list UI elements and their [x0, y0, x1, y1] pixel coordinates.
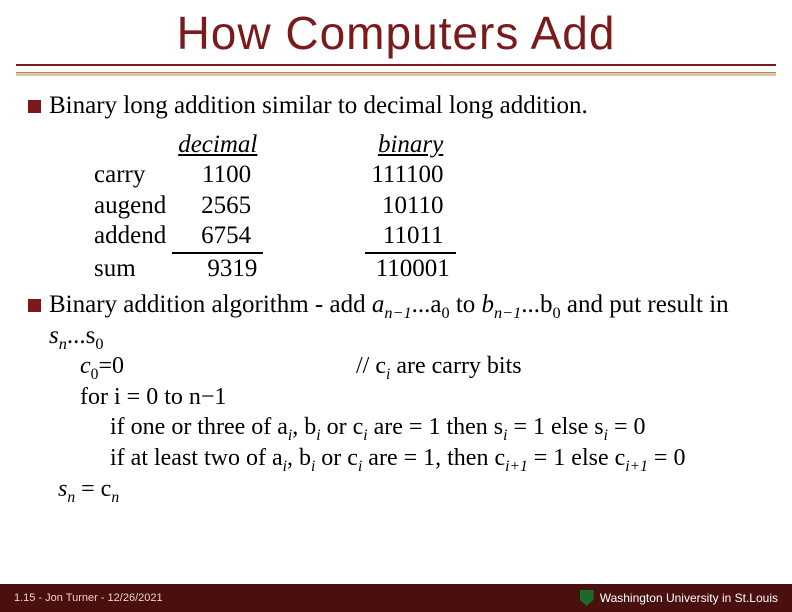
var-b: b [482, 291, 495, 318]
table-row: sum 9319 110001 [88, 253, 456, 285]
slide-body: Binary long addition similar to decimal … [0, 73, 792, 505]
text: = 0 [608, 414, 646, 440]
bullet-icon [28, 100, 41, 113]
bullet-1-text: Binary long addition similar to decimal … [49, 91, 764, 122]
table-row: decimal binary [88, 130, 456, 161]
footer-right: Washington University in St.Louis [580, 590, 778, 606]
text: Binary addition algorithm - add [49, 291, 372, 318]
algo-line-1: c0=0 // ci are carry bits [80, 351, 764, 382]
sub-0: 0 [441, 304, 449, 322]
var-a: a [372, 291, 385, 318]
text: = 1 else c [528, 445, 626, 471]
sub-n: n [59, 335, 67, 353]
sub-0: 0 [95, 335, 103, 353]
dec-augend: 2565 [172, 191, 263, 222]
dec-sum: 9319 [172, 253, 263, 285]
example-table: decimal binary carry 1100 111100 augend … [88, 130, 456, 285]
row-carry-label: carry [88, 160, 172, 191]
sub-n: n [67, 489, 75, 506]
text: =0 [98, 353, 124, 379]
bullet-2-text: Binary addition algorithm - add an−1...a… [49, 290, 764, 351]
slide-title: How Computers Add [0, 0, 792, 60]
algorithm: c0=0 // ci are carry bits for i = 0 to n… [80, 351, 764, 505]
bullet-icon [28, 299, 41, 312]
table-row: carry 1100 111100 [88, 160, 456, 191]
algo-line-3: if one or three of ai, bi or ci are = 1 … [110, 412, 764, 443]
text: if at least two of a [110, 445, 283, 471]
sub-n-1: n−1 [494, 304, 521, 322]
bin-carry: 111100 [365, 160, 455, 191]
dec-addend: 6754 [172, 221, 263, 253]
text: ...a [412, 291, 442, 318]
text: are carry bits [390, 353, 521, 379]
table-row: addend 6754 11011 [88, 221, 456, 253]
slide: How Computers Add Binary long addition s… [0, 0, 792, 612]
university-name: Washington University in St.Louis [600, 591, 778, 605]
var-s: s [58, 476, 67, 502]
row-addend-label: addend [88, 221, 172, 253]
text: = 0 [648, 445, 686, 471]
sub-n-1: n−1 [384, 304, 411, 322]
bin-sum: 110001 [365, 253, 455, 285]
sub-i-plus-1: i+1 [505, 458, 528, 475]
text: = 1 else s [507, 414, 603, 440]
col-binary: binary [365, 130, 455, 161]
text: or c [321, 414, 364, 440]
text: to [450, 291, 482, 318]
text: are = 1 then s [368, 414, 504, 440]
sub-n: n [111, 489, 119, 506]
text: , b [292, 414, 316, 440]
text: if one or three of a [110, 414, 288, 440]
text: are = 1, then c [362, 445, 505, 471]
bullet-1: Binary long addition similar to decimal … [28, 91, 764, 122]
text: and put result in [561, 291, 729, 318]
row-sum-label: sum [88, 253, 172, 285]
bullet-2: Binary addition algorithm - add an−1...a… [28, 290, 764, 351]
algo-line-2: for i = 0 to n−1 [80, 382, 764, 413]
row-augend-label: augend [88, 191, 172, 222]
sub-0: 0 [552, 304, 560, 322]
addition-example: decimal binary carry 1100 111100 augend … [28, 130, 764, 285]
text: ...b [521, 291, 552, 318]
bin-augend: 10110 [365, 191, 455, 222]
table-row: augend 2565 10110 [88, 191, 456, 222]
text: or c [315, 445, 358, 471]
bin-addend: 11011 [365, 221, 455, 253]
algo-line-5: sn = cn [58, 474, 764, 505]
footer: 1.15 - Jon Turner - 12/26/2021 Washingto… [0, 584, 792, 612]
algo-line-4: if at least two of ai, bi or ci are = 1,… [110, 443, 764, 474]
shield-icon [580, 590, 594, 606]
title-rule [16, 64, 776, 73]
text: // c [356, 353, 386, 379]
footer-left: 1.15 - Jon Turner - 12/26/2021 [14, 592, 163, 604]
text: = c [75, 476, 111, 502]
dec-carry: 1100 [172, 160, 263, 191]
var-c: c [80, 353, 91, 379]
text: ...s [67, 322, 95, 349]
text: , b [287, 445, 311, 471]
var-s: s [49, 322, 59, 349]
sub-i-plus-1: i+1 [625, 458, 648, 475]
col-decimal: decimal [172, 130, 263, 161]
